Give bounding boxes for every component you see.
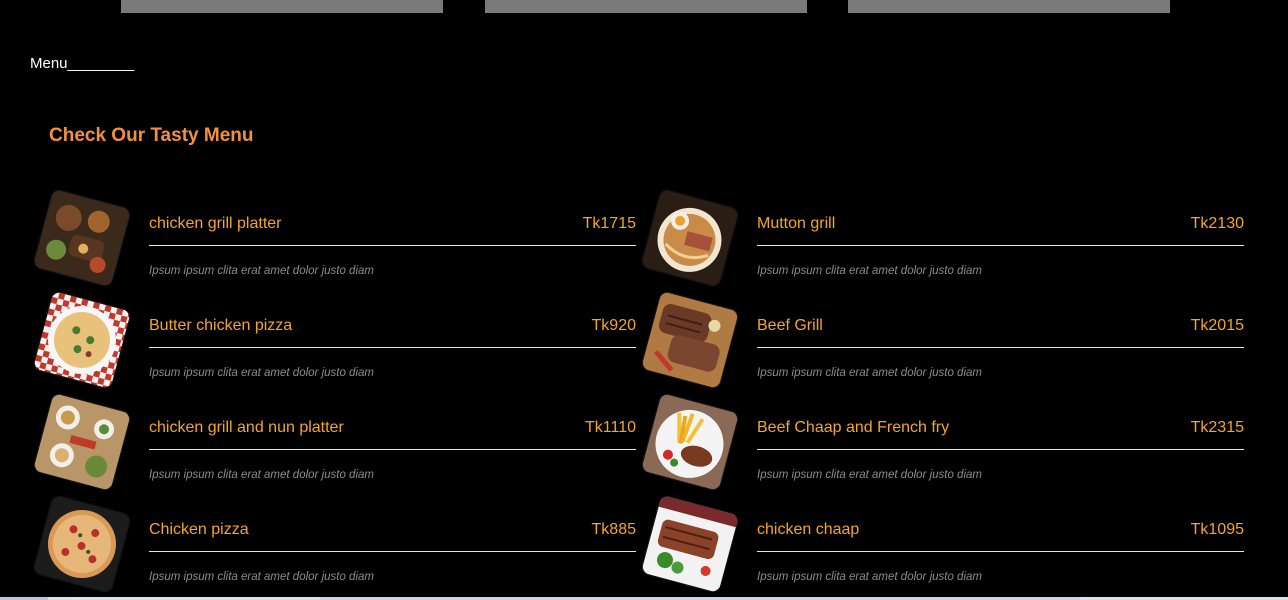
menu-item[interactable]: Beef Chaap and French fry Tk2315 Ipsum i… [641, 393, 1250, 502]
divider [149, 245, 636, 246]
pizza-photo-icon [33, 291, 131, 389]
menu-item-name: Beef Grill [757, 317, 823, 334]
divider [757, 245, 1244, 246]
menu-item-price: Tk885 [591, 521, 636, 538]
menu-item-description: Ipsum ipsum clita erat amet dolor justo … [757, 571, 982, 583]
menu-item-description: Ipsum ipsum clita erat amet dolor justo … [757, 367, 982, 379]
menu-item-price: Tk2015 [1190, 317, 1244, 334]
top-nav-bar-2[interactable] [485, 0, 807, 13]
menu-item-description: Ipsum ipsum clita erat amet dolor justo … [149, 571, 374, 583]
fries-plate-photo-icon [641, 393, 739, 491]
menu-item[interactable]: Beef Grill Tk2015 Ipsum ipsum clita erat… [641, 291, 1250, 400]
menu-item-name: Butter chicken pizza [149, 317, 293, 334]
divider [757, 449, 1244, 450]
menu-item-description: Ipsum ipsum clita erat amet dolor justo … [149, 367, 374, 379]
menu-item[interactable]: chicken chaap Tk1095 Ipsum ipsum clita e… [641, 495, 1250, 600]
menu-item[interactable]: Chicken pizza Tk885 Ipsum ipsum clita er… [33, 495, 642, 600]
menu-item[interactable]: Mutton grill Tk2130 Ipsum ipsum clita er… [641, 189, 1250, 298]
divider [149, 347, 636, 348]
menu-item-price: Tk2130 [1190, 215, 1244, 232]
menu-item[interactable]: chicken grill platter Tk1715 Ipsum ipsum… [33, 189, 642, 298]
menu-item-name: Beef Chaap and French fry [757, 419, 950, 436]
menu-item[interactable]: Butter chicken pizza Tk920 Ipsum ipsum c… [33, 291, 642, 400]
menu-item-name: chicken grill platter [149, 215, 282, 232]
divider [757, 551, 1244, 552]
top-nav-bar-3[interactable] [848, 0, 1170, 13]
menu-item-name: chicken grill and nun platter [149, 419, 344, 436]
menu-item-price: Tk2315 [1190, 419, 1244, 436]
menu-label: Menu________ [30, 55, 135, 72]
menu-item-name: Chicken pizza [149, 521, 249, 538]
pizza-photo-icon [33, 495, 131, 593]
table-spread-photo-icon [33, 393, 131, 491]
menu-item-name: chicken chaap [757, 521, 860, 538]
steak-photo-icon [641, 291, 739, 389]
menu-item-price: Tk1715 [582, 215, 636, 232]
platter-photo-icon [33, 189, 131, 287]
menu-item-description: Ipsum ipsum clita erat amet dolor justo … [149, 469, 374, 481]
section-heading: Check Our Tasty Menu [49, 125, 254, 146]
menu-item-description: Ipsum ipsum clita erat amet dolor justo … [757, 265, 982, 277]
ramen-photo-icon [641, 189, 739, 287]
divider [149, 551, 636, 552]
menu-item-price: Tk1110 [585, 419, 636, 436]
menu-item[interactable]: chicken grill and nun platter Tk1110 Ips… [33, 393, 642, 502]
menu-item-description: Ipsum ipsum clita erat amet dolor justo … [757, 469, 982, 481]
menu-item-name: Mutton grill [757, 215, 836, 232]
divider [149, 449, 636, 450]
menu-item-price: Tk920 [591, 317, 636, 334]
divider [757, 347, 1244, 348]
menu-item-description: Ipsum ipsum clita erat amet dolor justo … [149, 265, 374, 277]
menu-item-price: Tk1095 [1190, 521, 1244, 538]
chaap-photo-icon [641, 495, 739, 593]
top-nav-bar-1[interactable] [121, 0, 443, 13]
